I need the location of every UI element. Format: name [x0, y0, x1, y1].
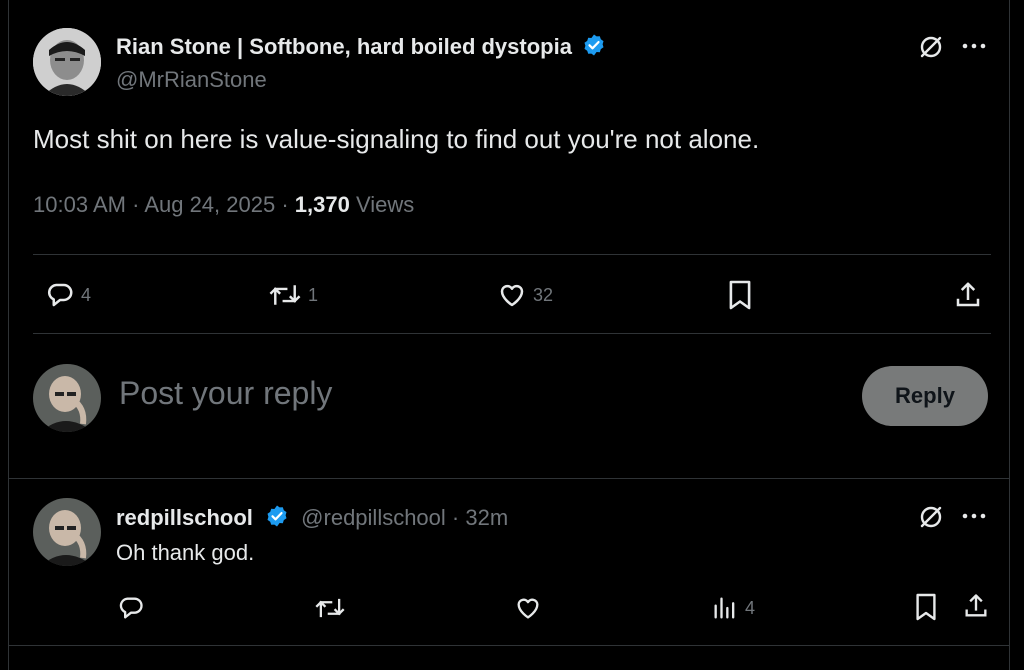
- author-name-row: Rian Stone | Softbone, hard boiled dysto…: [116, 33, 606, 62]
- more-icon[interactable]: [961, 38, 987, 59]
- views-label: Views: [355, 192, 415, 217]
- divider: [33, 254, 991, 255]
- reply-like-icon[interactable]: [514, 594, 542, 627]
- bookmark-icon[interactable]: [727, 279, 753, 316]
- reply-button[interactable]: Reply: [862, 366, 988, 426]
- tweet-date[interactable]: Aug 24, 2025: [144, 192, 275, 217]
- divider: [33, 333, 991, 334]
- meta-separator: ·: [281, 192, 289, 217]
- views-count: 1,370: [294, 192, 350, 217]
- more-icon[interactable]: [961, 508, 987, 529]
- repost-icon: [268, 280, 302, 310]
- reply-reply-icon[interactable]: [117, 594, 145, 627]
- divider: [8, 645, 1009, 646]
- like-action[interactable]: 32: [497, 280, 553, 310]
- reply-repost-icon[interactable]: [314, 594, 346, 627]
- tweet-text: Most shit on here is value-signaling to …: [33, 124, 760, 154]
- repost-count: 1: [308, 284, 319, 305]
- divider: [8, 478, 1009, 479]
- grok-icon[interactable]: [918, 34, 944, 65]
- current-user-avatar[interactable]: [33, 364, 101, 432]
- reply-action[interactable]: 4: [45, 280, 91, 310]
- verified-badge-icon: [582, 33, 606, 62]
- like-count: 32: [533, 284, 554, 305]
- author-name[interactable]: Rian Stone | Softbone, hard boiled dysto…: [116, 34, 572, 59]
- repost-action[interactable]: 1: [268, 280, 318, 310]
- author-avatar[interactable]: [33, 28, 101, 96]
- reply-views-count: 4: [745, 597, 756, 618]
- tweet-time[interactable]: 10:03 AM: [33, 192, 126, 217]
- reply-text: Oh thank god.: [116, 540, 255, 565]
- reply-author-name[interactable]: redpillschool: [116, 505, 253, 530]
- reply-header: redpillschool @redpillschool · 32m: [116, 504, 508, 534]
- reply-bookmark-icon[interactable]: [914, 592, 938, 627]
- tweet-meta: 10:03 AM · Aug 24, 2025 · 1,370 Views: [33, 192, 414, 218]
- like-icon: [497, 280, 527, 310]
- reply-author-handle[interactable]: @redpillschool: [301, 505, 446, 530]
- verified-badge-icon: [265, 504, 289, 534]
- reply-count: 4: [81, 284, 92, 305]
- timeline-column: [8, 0, 1010, 670]
- reply-author-avatar[interactable]: [33, 498, 101, 566]
- reply-timestamp[interactable]: · 32m: [452, 505, 508, 530]
- reply-views-action[interactable]: 4: [711, 594, 755, 622]
- author-handle[interactable]: @MrRianStone: [116, 67, 267, 93]
- reply-icon: [45, 280, 75, 310]
- views-icon: [711, 594, 739, 622]
- meta-separator: ·: [132, 192, 140, 217]
- reply-input[interactable]: Post your reply: [119, 375, 332, 412]
- share-icon[interactable]: [953, 280, 983, 315]
- reply-share-icon[interactable]: [962, 592, 990, 625]
- grok-icon[interactable]: [918, 504, 944, 535]
